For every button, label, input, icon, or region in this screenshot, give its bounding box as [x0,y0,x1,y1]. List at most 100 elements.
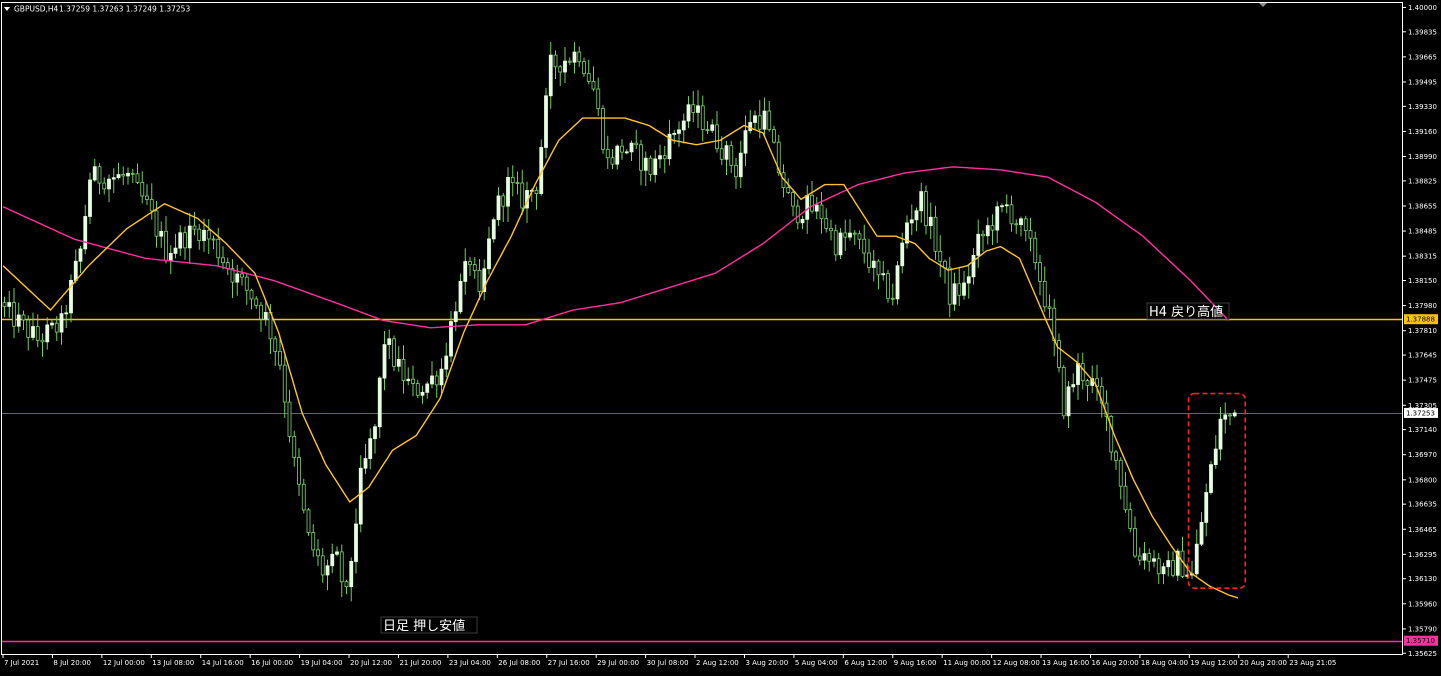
candle [420,391,425,396]
candle [981,233,985,237]
time-tick-label: 12 Aug 08:00 [993,659,1040,667]
candle [544,95,548,148]
candle [59,313,64,333]
candle [1028,230,1033,239]
candle [990,225,995,231]
candle [487,238,491,270]
candle [97,166,102,184]
candle [159,230,164,237]
chart-shift-marker-icon[interactable] [1259,3,1267,7]
candle [240,273,244,278]
candle [26,319,31,338]
candle [876,260,881,276]
candle [1232,412,1237,417]
candle [1047,306,1052,309]
candle [12,302,16,327]
candle [83,216,88,250]
candle [468,261,472,266]
candle [577,51,582,63]
candle [1038,262,1042,282]
candle [282,364,287,403]
candle [1080,363,1085,382]
candle [415,383,420,396]
candle [506,176,510,207]
candle [886,273,890,299]
candle [354,523,358,562]
candle [985,225,990,237]
price-tick-label: 1.35790 [1408,625,1437,633]
resistance-annotation: H4 戻り高値 [1149,304,1223,320]
candle [1004,204,1009,207]
candle [871,260,876,268]
time-tick-label: 9 Aug 16:00 [894,659,937,667]
candle [1042,281,1047,308]
candle [938,250,943,262]
price-tick-label: 1.35960 [1408,600,1437,608]
candle [78,248,83,262]
time-tick-label: 16 Jul 00:00 [251,659,293,667]
candle [31,326,35,338]
candle [1142,553,1147,561]
candle [363,458,368,469]
symbol-menu-arrow-icon[interactable] [4,7,10,11]
candle [900,242,905,267]
price-axis[interactable]: 1.40000 1.39835 1.39665 1.39495 1.39330 1.391… [1402,4,1438,658]
candle [724,145,729,160]
candle [677,129,681,134]
candle [373,426,377,440]
time-tick-label: 30 Jul 08:00 [647,659,689,667]
price-tick-label: 1.40000 [1408,4,1437,12]
candle [805,195,810,220]
price-tick-label: 1.39160 [1408,128,1437,136]
time-tick-label: 6 Aug 12:00 [844,659,887,667]
candle [287,401,292,437]
candle [249,289,254,300]
resistance-price-tag-label: 1.37888 [1406,316,1435,324]
candle [202,229,206,241]
candle [344,581,349,588]
candle [643,157,648,171]
candle [924,191,928,227]
candle [762,110,767,130]
candle [534,189,539,194]
candle [425,383,430,393]
ohlc-readout: 1.37259 1.37263 1.37249 1.37253 [59,5,190,14]
candle [857,233,862,240]
candle [263,312,268,320]
candle [439,368,444,386]
price-tick-label: 1.38315 [1408,253,1437,261]
candle [639,144,643,171]
candle [463,261,468,282]
candle [111,177,116,180]
candle [966,276,971,284]
candle [221,257,225,264]
candle [173,247,178,254]
candle [21,314,26,321]
candle [216,238,221,259]
level-lines-layer [2,318,1402,643]
candle [1019,218,1023,226]
candle [430,375,434,385]
candle [952,283,957,305]
candle [392,338,396,367]
candle [653,158,658,175]
time-tick-label: 11 Aug 00:00 [943,659,990,667]
candle [1161,566,1166,575]
time-axis[interactable]: 7 Jul 2021 8 Jul 20:00 12 Jul 00:00 13 Jul … [2,654,1336,667]
price-tick-label: 1.38655 [1408,202,1437,210]
candle [558,66,563,73]
candle [192,225,197,230]
candle [1128,509,1133,529]
time-tick-label: 26 Jul 08:00 [498,659,540,667]
candle [658,155,662,160]
candle [35,326,40,341]
candle [387,338,392,345]
candle [1085,380,1090,386]
candle [1152,558,1156,562]
candle [567,60,572,63]
price-chart[interactable]: GBPUSD,H4 1.37259 1.37263 1.37249 1.3725… [0,0,1441,676]
candle [273,338,278,352]
candle [786,187,791,193]
price-tick-label: 1.38990 [1408,153,1437,161]
support-price-tag-label: 1.35710 [1406,637,1435,645]
